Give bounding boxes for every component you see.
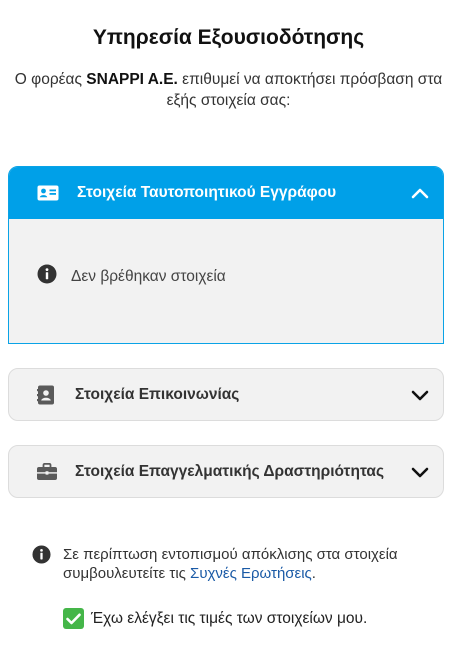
section-contact-details: Στοιχεία Επικοινωνίας bbox=[8, 368, 444, 421]
note-suffix: . bbox=[311, 565, 316, 582]
info-icon bbox=[37, 264, 57, 289]
section-identity-document-header[interactable]: Στοιχεία Ταυτοποιητικού Εγγράφου bbox=[9, 167, 443, 219]
confirm-checkbox[interactable] bbox=[63, 608, 84, 629]
confirm-label: Έχω ελέγξει τις τιμές των στοιχείων μου. bbox=[91, 609, 368, 627]
id-card-icon bbox=[37, 185, 59, 201]
intro-prefix: Ο φορέας bbox=[14, 71, 87, 88]
checkmark-icon bbox=[66, 613, 81, 624]
empty-state: Δεν βρέθηκαν στοιχεία bbox=[37, 264, 226, 289]
note-text: Σε περίπτωση εντοπισμού απόκλισης στα στ… bbox=[63, 545, 443, 583]
contact-book-icon bbox=[37, 385, 55, 405]
section-label: Στοιχεία Επικοινωνίας bbox=[75, 386, 240, 403]
empty-message: Δεν βρέθηκαν στοιχεία bbox=[71, 267, 226, 285]
intro-suffix: επιθυμεί να αποκτήσει πρόσβαση στα εξής … bbox=[166, 71, 443, 109]
chevron-down-icon[interactable] bbox=[411, 389, 429, 401]
faq-link[interactable]: Συχνές Ερωτήσεις bbox=[190, 565, 312, 582]
section-contact-details-header[interactable]: Στοιχεία Επικοινωνίας bbox=[9, 369, 443, 420]
section-identity-document: Στοιχεία Ταυτοποιητικού Εγγράφου Δεν βρέ… bbox=[8, 166, 444, 344]
section-professional-activity: Στοιχεία Επαγγελματικής Δραστηριότητας bbox=[8, 445, 444, 498]
confirm-checkbox-row[interactable]: Έχω ελέγξει τις τιμές των στοιχείων μου. bbox=[63, 608, 367, 629]
chevron-up-icon[interactable] bbox=[411, 187, 429, 199]
section-label: Στοιχεία Ταυτοποιητικού Εγγράφου bbox=[77, 184, 337, 201]
chevron-down-icon[interactable] bbox=[411, 466, 429, 478]
intro-text: Ο φορέας SNAPPI A.E. επιθυμεί να αποκτήσ… bbox=[10, 69, 447, 111]
page-title: Υπηρεσία Εξουσιοδότησης bbox=[92, 26, 365, 49]
briefcase-icon bbox=[37, 463, 57, 481]
section-professional-activity-header[interactable]: Στοιχεία Επαγγελματικής Δραστηριότητας bbox=[9, 446, 443, 497]
section-identity-document-body: Δεν βρέθηκαν στοιχεία bbox=[9, 219, 443, 343]
section-label: Στοιχεία Επαγγελματικής Δραστηριότητας bbox=[75, 463, 385, 480]
info-icon bbox=[32, 545, 51, 569]
organization-name: SNAPPI A.E. bbox=[86, 71, 178, 88]
